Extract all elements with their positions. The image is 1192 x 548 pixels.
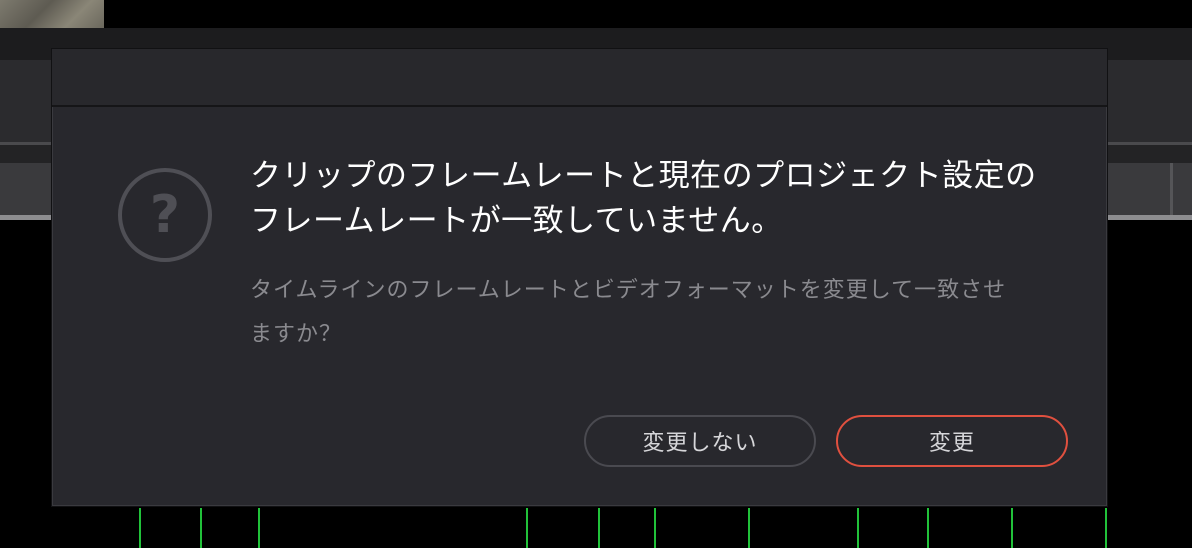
timeline-marker bbox=[1011, 508, 1013, 548]
app-window: ? クリップのフレームレートと現在のプロジェクト設定の フレームレートが一致して… bbox=[0, 0, 1192, 548]
track-divider bbox=[1170, 163, 1173, 215]
frame-rate-mismatch-dialog: ? クリップのフレームレートと現在のプロジェクト設定の フレームレートが一致して… bbox=[51, 48, 1108, 507]
timeline-marker bbox=[1105, 508, 1107, 548]
timeline-marker bbox=[654, 508, 656, 548]
dont-change-button[interactable]: 変更しない bbox=[584, 415, 816, 467]
side-panel bbox=[1058, 0, 1192, 28]
timeline-marker bbox=[748, 508, 750, 548]
dialog-headline: クリップのフレームレートと現在のプロジェクト設定の フレームレートが一致していま… bbox=[250, 154, 1070, 244]
dialog-message: タイムラインのフレームレートとビデオフォーマットを変更して一致させ ますか？ bbox=[250, 269, 1050, 357]
timeline-marker bbox=[927, 508, 929, 548]
timeline-marker bbox=[200, 508, 202, 548]
clip-thumbnail bbox=[0, 0, 104, 28]
svg-text:?: ? bbox=[150, 185, 180, 245]
message-line-1: タイムラインのフレームレートとビデオフォーマットを変更して一致させ bbox=[250, 278, 1007, 303]
timeline-marker bbox=[526, 508, 528, 548]
timeline-marker bbox=[857, 508, 859, 548]
change-button[interactable]: 変更 bbox=[836, 415, 1068, 467]
message-line-2: ますか？ bbox=[250, 322, 343, 347]
viewer-panel bbox=[108, 0, 1054, 28]
timeline-marker bbox=[598, 508, 600, 548]
headline-line-2: フレームレートが一致していません。 bbox=[250, 203, 783, 239]
dialog-titlebar[interactable] bbox=[52, 49, 1107, 107]
timeline-marker bbox=[258, 508, 260, 548]
headline-line-1: クリップのフレームレートと現在のプロジェクト設定の bbox=[250, 158, 1037, 194]
timeline-marker bbox=[139, 508, 141, 548]
question-circle-icon: ? bbox=[117, 167, 213, 263]
